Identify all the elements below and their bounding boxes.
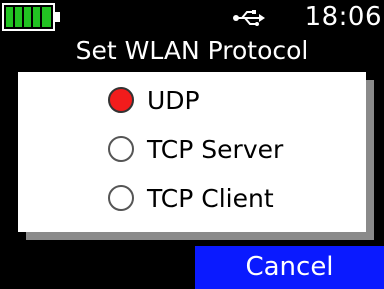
- radio-unselected-icon[interactable]: [108, 136, 134, 162]
- usb-icon: [233, 10, 265, 26]
- battery-full-icon: [2, 3, 60, 31]
- option-tcp-client[interactable]: TCP Client: [108, 178, 274, 218]
- option-udp[interactable]: UDP: [108, 80, 200, 120]
- cancel-button[interactable]: Cancel: [195, 246, 384, 289]
- device-screen: 18:06 Set WLAN Protocol UDP TCP Server T…: [0, 0, 384, 289]
- option-label: TCP Server: [147, 134, 284, 164]
- radio-unselected-icon[interactable]: [108, 185, 134, 211]
- option-tcp-server[interactable]: TCP Server: [108, 129, 283, 169]
- option-label: TCP Client: [147, 183, 274, 213]
- protocol-dialog: UDP TCP Server TCP Client: [18, 72, 366, 232]
- option-label: UDP: [147, 85, 200, 115]
- radio-selected-icon[interactable]: [108, 87, 134, 113]
- status-bar: 18:06: [0, 0, 384, 36]
- page-title: Set WLAN Protocol: [75, 36, 309, 65]
- clock: 18:06: [304, 2, 382, 32]
